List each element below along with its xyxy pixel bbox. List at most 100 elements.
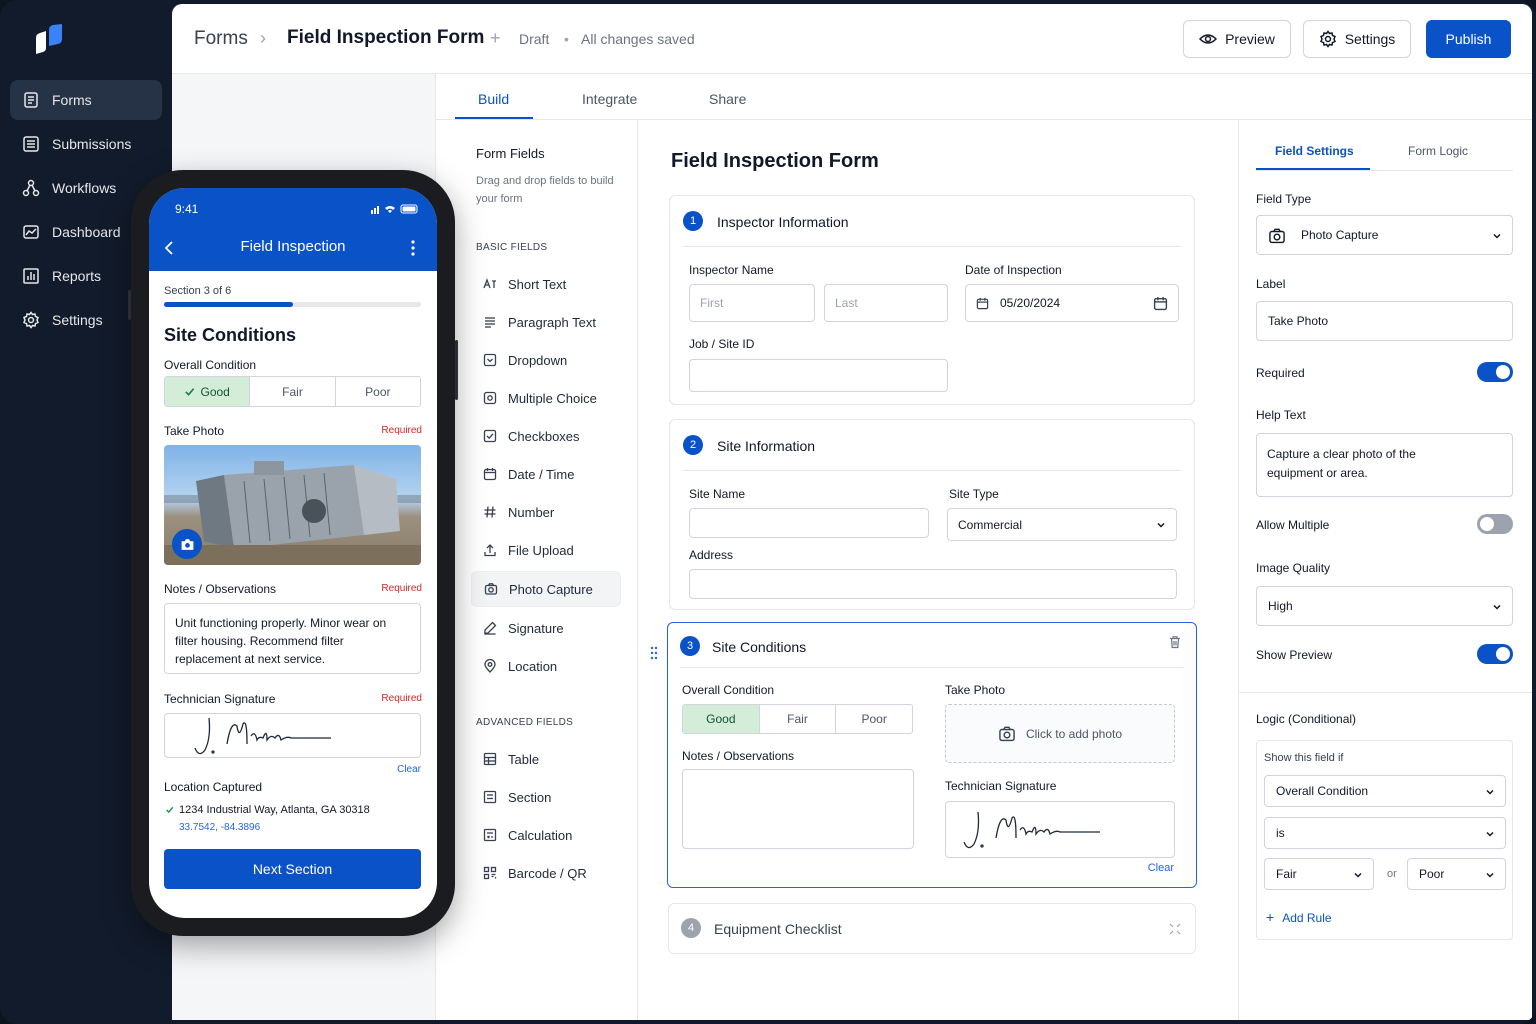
notes-textarea[interactable]: [682, 769, 914, 849]
palette-item-dropdown[interactable]: Dropdown: [471, 342, 621, 378]
section-card-site-conditions[interactable]: 3 Site Conditions Overall Condition Good…: [667, 622, 1197, 888]
label-input[interactable]: Take Photo: [1256, 301, 1513, 341]
last-name-input[interactable]: Last: [824, 284, 948, 322]
address-input[interactable]: [689, 569, 1177, 599]
chevron-down-icon: [1486, 831, 1494, 837]
sidebar-item-label: Workflows: [52, 180, 117, 196]
condition-field-select[interactable]: Overall Condition: [1264, 775, 1506, 807]
job-id-input[interactable]: [689, 359, 948, 392]
palette-item-file-upload[interactable]: File Upload: [471, 532, 621, 568]
forms-icon: [24, 92, 38, 108]
sidebar-item-forms[interactable]: Forms: [10, 80, 162, 120]
save-status: All changes saved: [581, 31, 695, 47]
date-input[interactable]: 05/20/2024: [965, 284, 1179, 322]
allow-multiple-toggle[interactable]: [1477, 514, 1513, 534]
palette-item-label: Signature: [508, 620, 564, 636]
palette-item-checkboxes[interactable]: Checkboxes: [471, 418, 621, 454]
site-name-input[interactable]: [689, 508, 929, 538]
help-text-textarea[interactable]: Capture a clear photo of the equipment o…: [1256, 433, 1513, 497]
field-type-select[interactable]: Photo Capture: [1256, 215, 1513, 255]
section-title: Equipment Checklist: [714, 921, 842, 937]
site-type-select[interactable]: Commercial: [947, 508, 1177, 541]
section-number: 1: [683, 211, 703, 231]
notes-textarea[interactable]: Unit functioning properly. Minor wear on…: [164, 603, 421, 674]
section-card-site-info[interactable]: 2 Site Information Site Name Site Type C…: [669, 419, 1195, 610]
drag-handle-icon[interactable]: [650, 646, 658, 660]
section-icon: [483, 790, 497, 804]
site-type-label: Site Type: [949, 487, 999, 501]
camera-button[interactable]: [172, 529, 202, 559]
palette-item-date-time[interactable]: Date / Time: [471, 456, 621, 492]
palette-item-section[interactable]: Section: [471, 779, 621, 815]
trash-icon[interactable]: [1168, 635, 1182, 649]
palette-item-short-text[interactable]: Short Text: [471, 266, 621, 302]
photo-dropzone[interactable]: Click to add photo: [945, 704, 1175, 763]
or-label: or: [1387, 868, 1397, 880]
photo-hint: Click to add photo: [1025, 726, 1123, 741]
palette-item-location[interactable]: Location: [471, 648, 621, 684]
calendar-picker-icon[interactable]: [1153, 296, 1168, 311]
tab-field-settings[interactable]: Field Settings: [1275, 144, 1354, 158]
condition-poor[interactable]: Poor: [836, 705, 912, 733]
show-preview-toggle[interactable]: [1477, 644, 1513, 664]
signature-pad[interactable]: [164, 713, 421, 758]
tab-integrate[interactable]: Integrate: [582, 91, 637, 107]
next-section-button[interactable]: Next Section: [164, 849, 421, 889]
palette-item-barcode-qr[interactable]: Barcode / QR: [471, 855, 621, 891]
tab-build[interactable]: Build: [478, 91, 509, 107]
section-card-inspector[interactable]: 1 Inspector Information Inspector Name F…: [669, 195, 1195, 405]
image-quality-select[interactable]: High: [1256, 586, 1513, 626]
tab-form-logic[interactable]: Form Logic: [1408, 144, 1468, 158]
palette-item-paragraph-text[interactable]: Paragraph Text: [471, 304, 621, 340]
palette-subtitle: Drag and drop fields to build your form: [476, 175, 614, 205]
phone-condition-control: Good Fair Poor: [164, 376, 421, 407]
required-badge: Required: [381, 693, 422, 704]
palette-item-label: Multiple Choice: [508, 390, 597, 406]
condition-value2-select[interactable]: Poor: [1407, 858, 1506, 890]
more-icon[interactable]: [411, 240, 415, 256]
condition-field-value: Overall Condition: [1276, 784, 1369, 798]
captured-photo[interactable]: [164, 445, 421, 565]
palette-item-calculation[interactable]: Calculation: [471, 817, 621, 853]
palette-item-multiple-choice[interactable]: Multiple Choice: [471, 380, 621, 416]
hash-icon: [484, 506, 496, 518]
palette-item-photo-capture[interactable]: Photo Capture: [471, 571, 621, 607]
help-text-label: Help Text: [1256, 408, 1306, 422]
signature-pad[interactable]: [945, 801, 1175, 858]
dropdown-icon: [483, 353, 497, 367]
pen-icon: [484, 621, 497, 635]
publish-label: Publish: [1445, 31, 1492, 47]
sidebar-item-submissions[interactable]: Submissions: [10, 124, 162, 164]
settings-button[interactable]: Settings: [1303, 20, 1411, 58]
condition-good[interactable]: Good: [683, 705, 760, 733]
palette-item-table[interactable]: Table: [471, 741, 621, 777]
condition-good[interactable]: Good: [165, 377, 251, 406]
expand-icon[interactable]: [1169, 923, 1181, 935]
active-tab-indicator: [455, 117, 533, 119]
condition-operator-select[interactable]: is: [1264, 817, 1506, 849]
palette-item-label: Number: [508, 504, 555, 520]
status-icons: [371, 204, 418, 214]
tab-share[interactable]: Share: [709, 91, 746, 107]
required-toggle[interactable]: [1477, 362, 1513, 382]
preview-button[interactable]: Preview: [1183, 20, 1291, 58]
paragraph-icon: [485, 317, 495, 328]
condition-poor[interactable]: Poor: [336, 377, 420, 406]
clear-signature-button[interactable]: Clear: [1148, 862, 1174, 874]
palette-item-signature[interactable]: Signature: [471, 610, 621, 646]
clear-signature-button[interactable]: Clear: [397, 764, 421, 775]
sidebar-item-label: Dashboard: [52, 224, 121, 240]
publish-button[interactable]: Publish: [1426, 20, 1511, 58]
condition-fair[interactable]: Fair: [250, 377, 336, 406]
section-card-equipment[interactable]: 4 Equipment Checklist: [668, 903, 1196, 954]
breadcrumb-forms[interactable]: Forms: [194, 28, 248, 50]
condition-fair[interactable]: Fair: [760, 705, 837, 733]
phone-screen: 9:41 Field Inspection Section 3 of 6 Sit…: [149, 188, 437, 918]
page-title: Field Inspection Form: [287, 27, 485, 48]
condition-value1-select[interactable]: Fair: [1264, 858, 1374, 890]
location-label: Location Captured: [164, 780, 263, 794]
add-rule-button[interactable]: + Add Rule: [1266, 910, 1332, 925]
add-rule-label: Add Rule: [1282, 911, 1332, 925]
palette-item-number[interactable]: Number: [471, 494, 621, 530]
first-name-input[interactable]: First: [689, 284, 815, 322]
